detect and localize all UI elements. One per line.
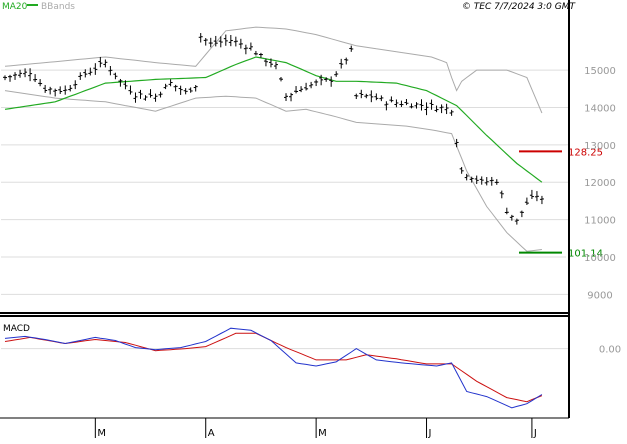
x-tick-label: J (533, 428, 537, 439)
chart-canvas: 128.25101.14 900010000110001200013000140… (0, 0, 621, 439)
copyright-label: © TEC 7/7/2024 3:0 GMT (462, 2, 577, 12)
legend-ma20: MA20 (2, 2, 28, 12)
x-tick-label: J (428, 428, 432, 439)
price-y-tick-label: 11000 (584, 216, 616, 227)
macd-panel (0, 316, 569, 418)
price-y-tick-label: 15000 (584, 66, 616, 77)
x-tick-label: M (318, 428, 327, 439)
legend-ma20-swatch (27, 4, 38, 6)
price-y-tick-label: 12000 (584, 178, 616, 189)
price-panel (0, 0, 569, 313)
price-y-tick-label: 10000 (584, 253, 616, 264)
legend-bbands: BBands (41, 2, 75, 12)
stock-chart: 128.25 101.14 9000 10000 11000 12000 13000 140… (0, 0, 627, 440)
x-tick-label: A (208, 428, 215, 439)
price-y-tick-label: 14000 (584, 103, 616, 114)
macd-y-tick-label: 0.00 (599, 345, 621, 356)
macd-title: MACD (3, 324, 30, 334)
x-tick-label: M (97, 428, 106, 439)
price-y-tick-label: 9000 (587, 290, 612, 301)
price-y-tick-label: 13000 (584, 141, 616, 152)
